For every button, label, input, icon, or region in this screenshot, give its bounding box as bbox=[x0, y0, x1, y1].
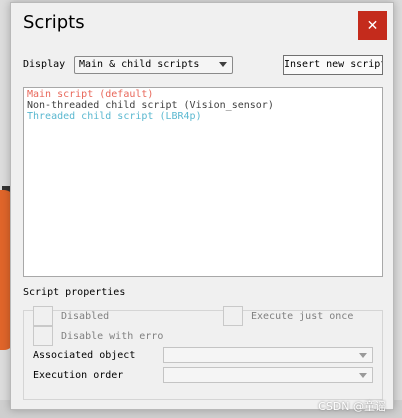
execution-order-label: Execution order bbox=[33, 370, 124, 381]
execution-order-select[interactable] bbox=[163, 367, 373, 383]
associated-object-select[interactable] bbox=[163, 347, 373, 363]
insert-new-script-button[interactable]: Insert new script bbox=[283, 55, 383, 75]
execute-once-label: Execute just once bbox=[251, 311, 354, 322]
script-item-main[interactable]: Main script (default) bbox=[27, 89, 379, 100]
chevron-down-icon bbox=[359, 353, 367, 358]
disable-with-error-checkbox[interactable] bbox=[33, 326, 53, 346]
title-bar: Scripts ✕ bbox=[11, 3, 393, 43]
display-select-value: Main & child scripts bbox=[79, 59, 200, 70]
dialog-title: Scripts bbox=[23, 12, 85, 33]
close-button[interactable]: ✕ bbox=[358, 11, 387, 40]
script-item-lbr4p[interactable]: Threaded child script (LBR4p) bbox=[27, 111, 379, 122]
execute-once-checkbox[interactable] bbox=[223, 306, 243, 326]
script-list[interactable]: Main script (default) Non-threaded child… bbox=[23, 87, 383, 277]
disable-with-error-label: Disable with erro bbox=[61, 331, 164, 342]
display-label: Display bbox=[23, 59, 66, 70]
disabled-label: Disabled bbox=[61, 311, 110, 322]
associated-object-label: Associated object bbox=[33, 350, 136, 361]
close-icon: ✕ bbox=[366, 17, 379, 34]
disabled-checkbox[interactable] bbox=[33, 306, 53, 326]
chevron-down-icon bbox=[219, 62, 227, 67]
scripts-dialog: Scripts ✕ Display Main & child scripts I… bbox=[10, 2, 394, 410]
script-properties-title: Script properties bbox=[23, 287, 126, 298]
display-select[interactable]: Main & child scripts bbox=[74, 56, 233, 74]
script-item-vision-sensor[interactable]: Non-threaded child script (Vision_sensor… bbox=[27, 100, 379, 111]
watermark: CSDN @童谣 bbox=[318, 400, 386, 413]
chevron-down-icon bbox=[359, 373, 367, 378]
